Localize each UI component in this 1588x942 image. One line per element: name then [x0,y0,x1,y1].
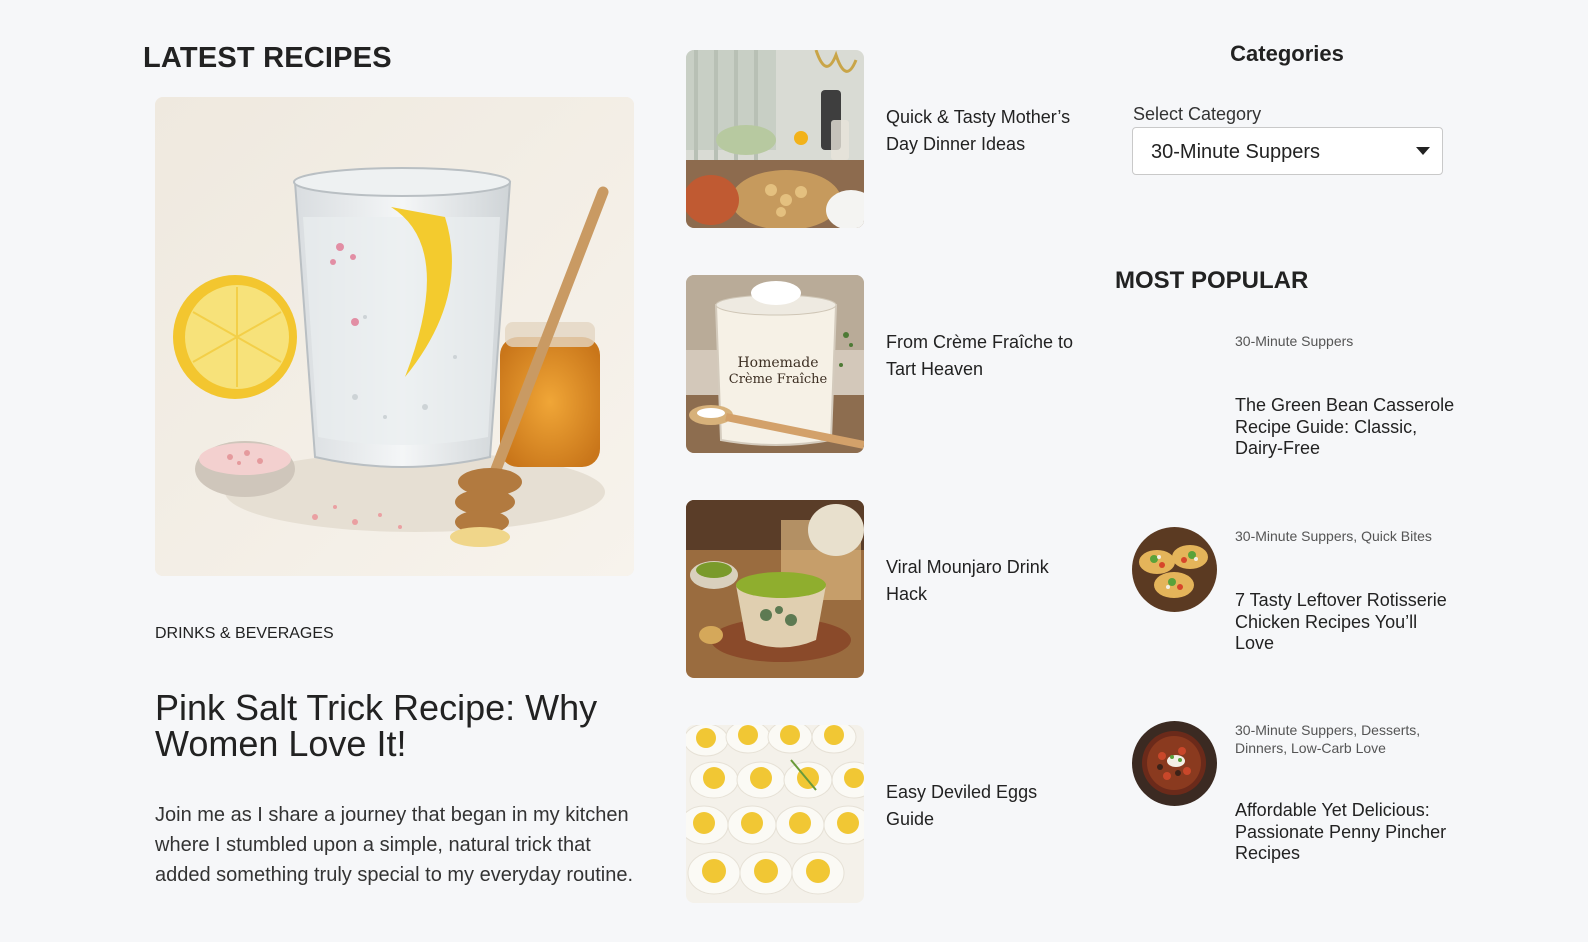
recipe-title-deviled-eggs[interactable]: Easy Deviled Eggs Guide [886,779,1086,833]
featured-recipe-image[interactable] [155,97,634,576]
popular-item-categories[interactable]: 30-Minute Suppers, Desserts, Dinners, Lo… [1235,721,1455,757]
list-item: Easy Deviled Eggs Guide [686,725,1106,903]
categories-heading: Categories [1230,41,1344,66]
recipe-title-mounjaro[interactable]: Viral Mounjaro Drink Hack [886,554,1086,608]
recipe-thumbnail-mothers-day[interactable] [686,50,864,228]
popular-item-title[interactable]: Affordable Yet Delicious: Passionate Pen… [1235,800,1460,865]
list-item: Viral Mounjaro Drink Hack [686,500,1106,678]
list-item: Quick & Tasty Mother’s Day Dinner Ideas [686,50,1106,228]
recipe-thumbnail-mounjaro[interactable] [686,500,864,678]
jar-label-line2: Crème Fraîche [729,372,828,387]
recipe-thumbnail-creme-fraiche[interactable]: Homemade Crème Fraîche [686,275,864,453]
popular-item-categories[interactable]: 30-Minute Suppers, Quick Bites [1235,527,1455,545]
category-select[interactable]: 30-Minute Suppers [1132,127,1443,175]
recipe-title-creme-fraiche[interactable]: From Crème Fraîche to Tart Heaven [886,329,1086,383]
recipe-title-mothers-day[interactable]: Quick & Tasty Mother’s Day Dinner Ideas [886,104,1086,158]
popular-thumbnail-rotisserie[interactable] [1132,527,1217,612]
latest-recipes-heading: LATEST RECIPES [143,42,392,74]
jar-label-line1: Homemade [737,355,818,371]
popular-item-title[interactable]: The Green Bean Casserole Recipe Guide: C… [1235,395,1460,460]
popular-item-categories[interactable]: 30-Minute Suppers [1235,332,1455,350]
most-popular-heading: MOST POPULAR [1115,267,1309,294]
list-item: Homemade Crème Fraîche From Crème Fraîch… [686,275,1106,453]
featured-recipe-title[interactable]: Pink Salt Trick Recipe: Why Women Love I… [155,690,635,762]
popular-thumbnail-penny-pincher[interactable] [1132,721,1217,806]
recipe-thumbnail-deviled-eggs[interactable] [686,725,864,903]
chevron-down-icon [1416,147,1430,155]
featured-recipe-category[interactable]: DRINKS & BEVERAGES [155,625,334,643]
select-category-label: Select Category [1133,104,1262,124]
popular-item-title[interactable]: 7 Tasty Leftover Rotisserie Chicken Reci… [1235,590,1460,655]
category-select-value: 30-Minute Suppers [1151,141,1320,163]
featured-recipe-excerpt: Join me as I share a journey that began … [155,804,634,886]
